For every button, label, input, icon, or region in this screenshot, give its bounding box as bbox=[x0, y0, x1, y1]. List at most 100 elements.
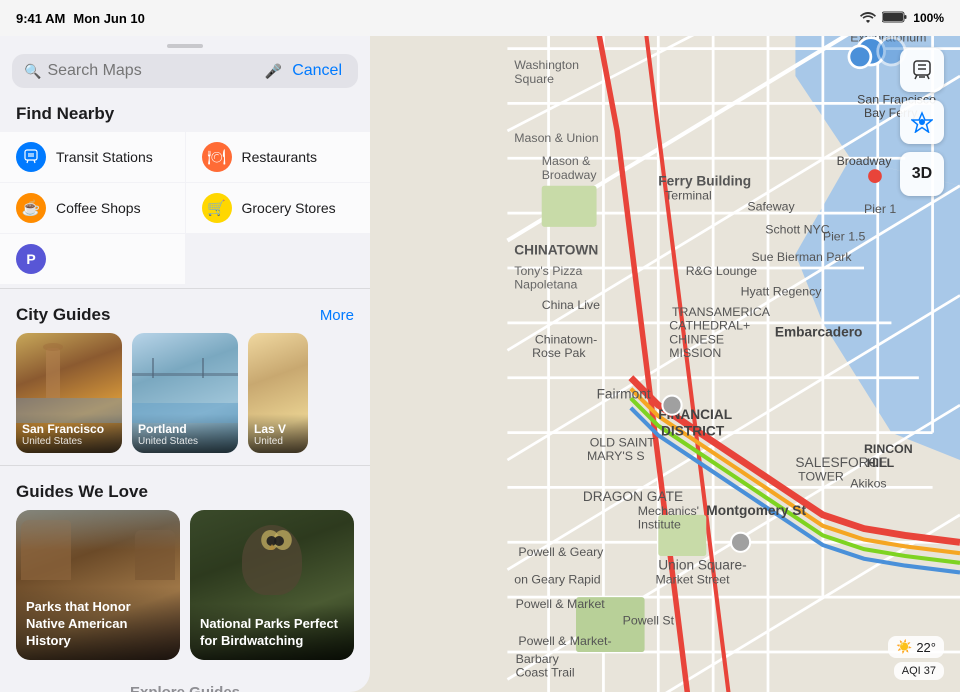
cancel-button[interactable]: Cancel bbox=[288, 62, 346, 80]
restaurant-icon: 🍽 bbox=[202, 142, 232, 172]
separator-1 bbox=[0, 288, 370, 289]
grocery-icon: 🛒 bbox=[202, 193, 232, 223]
aqi: AQI 37 bbox=[902, 665, 936, 677]
location-button[interactable] bbox=[900, 100, 944, 144]
svg-text:Schott NYC: Schott NYC bbox=[765, 223, 830, 237]
native-card-overlay: Parks that Honor Native American History bbox=[16, 587, 180, 660]
svg-text:COIT TOWER: COIT TOWER bbox=[590, 36, 677, 38]
guides-we-love-header: Guides We Love bbox=[0, 470, 370, 510]
svg-text:Montgomery St: Montgomery St bbox=[706, 503, 806, 518]
time: 9:41 AM bbox=[16, 11, 65, 26]
guide-card-lasvegas[interactable]: Las V United bbox=[248, 333, 308, 453]
svg-text:Powell & Market-: Powell & Market- bbox=[518, 634, 611, 648]
svg-text:DRAGON GATE: DRAGON GATE bbox=[583, 489, 683, 504]
love-card-native[interactable]: Parks that Honor Native American History bbox=[16, 510, 180, 660]
svg-text:Rose Pak: Rose Pak bbox=[532, 346, 586, 360]
map-bottom-info: ☀️ 22° AQI 37 bbox=[888, 636, 944, 680]
svg-text:Powell St: Powell St bbox=[623, 614, 675, 628]
svg-text:MISSION: MISSION bbox=[669, 346, 721, 360]
svg-text:Embarcadero: Embarcadero bbox=[775, 325, 863, 340]
status-right: 100% bbox=[860, 11, 944, 26]
mic-icon[interactable]: 🎤 bbox=[265, 63, 282, 80]
battery-percent: 100% bbox=[913, 11, 944, 25]
nearby-item-restaurants[interactable]: 🍽 Restaurants bbox=[186, 132, 371, 182]
3d-button[interactable]: 3D bbox=[900, 152, 944, 196]
battery-icon bbox=[882, 11, 907, 26]
svg-text:Mechanics': Mechanics' bbox=[638, 504, 699, 518]
svg-text:CHINATOWN: CHINATOWN bbox=[514, 242, 598, 257]
sidebar: 🔍 🎤 Cancel Find Nearby Transit Stations … bbox=[0, 36, 370, 692]
wifi-icon bbox=[860, 11, 876, 26]
portland-guide-subtitle: United States bbox=[138, 436, 232, 447]
3d-label: 3D bbox=[912, 165, 932, 183]
svg-text:Broadway: Broadway bbox=[542, 168, 598, 182]
sun-icon: ☀️ bbox=[896, 639, 912, 655]
portland-guide-title: Portland bbox=[138, 422, 232, 436]
nearby-item-transit[interactable]: Transit Stations bbox=[0, 132, 185, 182]
svg-text:Barbary: Barbary bbox=[516, 652, 560, 666]
coffee-label: Coffee Shops bbox=[56, 200, 141, 216]
svg-text:Market Street: Market Street bbox=[656, 572, 731, 586]
svg-text:Terminal: Terminal bbox=[665, 188, 712, 202]
transit-button[interactable] bbox=[900, 48, 944, 92]
svg-text:CHINESE: CHINESE bbox=[669, 332, 724, 346]
temperature: 22° bbox=[916, 640, 936, 655]
birding-card-overlay: National Parks Perfect for Birdwatching bbox=[190, 604, 354, 660]
guide-card-portland[interactable]: Portland United States bbox=[132, 333, 238, 453]
search-bar-container: 🔍 🎤 Cancel bbox=[12, 54, 358, 88]
search-input[interactable] bbox=[47, 62, 258, 80]
grocery-label: Grocery Stores bbox=[242, 200, 336, 216]
love-guides-grid: Parks that Honor Native American History… bbox=[0, 510, 370, 660]
svg-text:on Geary Rapid: on Geary Rapid bbox=[514, 572, 600, 586]
nearby-item-grocery[interactable]: 🛒 Grocery Stores bbox=[186, 183, 371, 233]
svg-text:Fairmont: Fairmont bbox=[597, 386, 651, 401]
aqi-badge: AQI 37 bbox=[894, 662, 944, 680]
svg-text:Union Square-: Union Square- bbox=[658, 558, 746, 573]
nearby-grid: Transit Stations 🍽 Restaurants ☕ Coffee … bbox=[0, 132, 370, 284]
svg-text:Tony's Pizza: Tony's Pizza bbox=[514, 264, 582, 278]
svg-text:CATHEDRAL+: CATHEDRAL+ bbox=[669, 319, 750, 333]
svg-text:OLD SAINT: OLD SAINT bbox=[590, 435, 656, 449]
svg-text:Hyatt Regency: Hyatt Regency bbox=[741, 284, 823, 298]
svg-text:Chinatown-: Chinatown- bbox=[535, 332, 597, 346]
svg-text:Safeway: Safeway bbox=[747, 199, 795, 213]
transit-label: Transit Stations bbox=[56, 149, 153, 165]
temperature-badge: ☀️ 22° bbox=[888, 636, 944, 658]
birding-card-title: National Parks Perfect for Birdwatching bbox=[200, 616, 344, 650]
svg-text:TOWER: TOWER bbox=[798, 470, 844, 484]
native-card-title: Parks that Honor Native American History bbox=[26, 599, 170, 650]
svg-text:TRANSAMERICA: TRANSAMERICA bbox=[672, 305, 771, 319]
svg-text:RINCON: RINCON bbox=[864, 442, 913, 456]
city-guides-more-button[interactable]: More bbox=[320, 307, 354, 324]
svg-text:MARY'S S: MARY'S S bbox=[587, 449, 645, 463]
sf-guide-title: San Francisco bbox=[22, 422, 116, 436]
drag-handle[interactable] bbox=[167, 44, 203, 48]
status-bar: 9:41 AM Mon Jun 10 100% bbox=[0, 0, 960, 36]
guides-we-love-title: Guides We Love bbox=[16, 482, 148, 502]
explore-guides-label: Explore Guides bbox=[130, 684, 240, 692]
nearby-item-coffee[interactable]: ☕ Coffee Shops bbox=[0, 183, 185, 233]
status-left: 9:41 AM Mon Jun 10 bbox=[16, 11, 145, 26]
lasvegas-guide-title: Las V bbox=[254, 422, 308, 436]
restaurants-label: Restaurants bbox=[242, 149, 317, 165]
nearby-item-parking[interactable]: P bbox=[0, 234, 185, 284]
love-card-birding[interactable]: National Parks Perfect for Birdwatching bbox=[190, 510, 354, 660]
svg-text:Powell & Market: Powell & Market bbox=[516, 597, 606, 611]
svg-text:Washington: Washington bbox=[514, 58, 579, 72]
svg-text:Sue Bierman Park: Sue Bierman Park bbox=[752, 250, 853, 264]
svg-text:Pier 1: Pier 1 bbox=[864, 202, 896, 216]
svg-text:HILL: HILL bbox=[867, 456, 895, 470]
sf-guide-subtitle: United States bbox=[22, 436, 116, 447]
find-nearby-title: Find Nearby bbox=[0, 94, 370, 132]
svg-text:Institute: Institute bbox=[638, 518, 681, 532]
svg-text:Broadway: Broadway bbox=[837, 154, 893, 168]
svg-text:Coast Trail: Coast Trail bbox=[516, 666, 575, 680]
svg-text:Napoletana: Napoletana bbox=[514, 278, 577, 292]
svg-text:Square: Square bbox=[514, 72, 554, 86]
city-guides-header: City Guides More bbox=[0, 293, 370, 333]
guide-card-sf[interactable]: San Francisco United States bbox=[16, 333, 122, 453]
explore-guides-bar: Explore Guides bbox=[0, 672, 370, 692]
parking-icon: P bbox=[16, 244, 46, 274]
svg-text:Akikos: Akikos bbox=[850, 476, 886, 490]
lasvegas-guide-subtitle: United bbox=[254, 436, 308, 447]
